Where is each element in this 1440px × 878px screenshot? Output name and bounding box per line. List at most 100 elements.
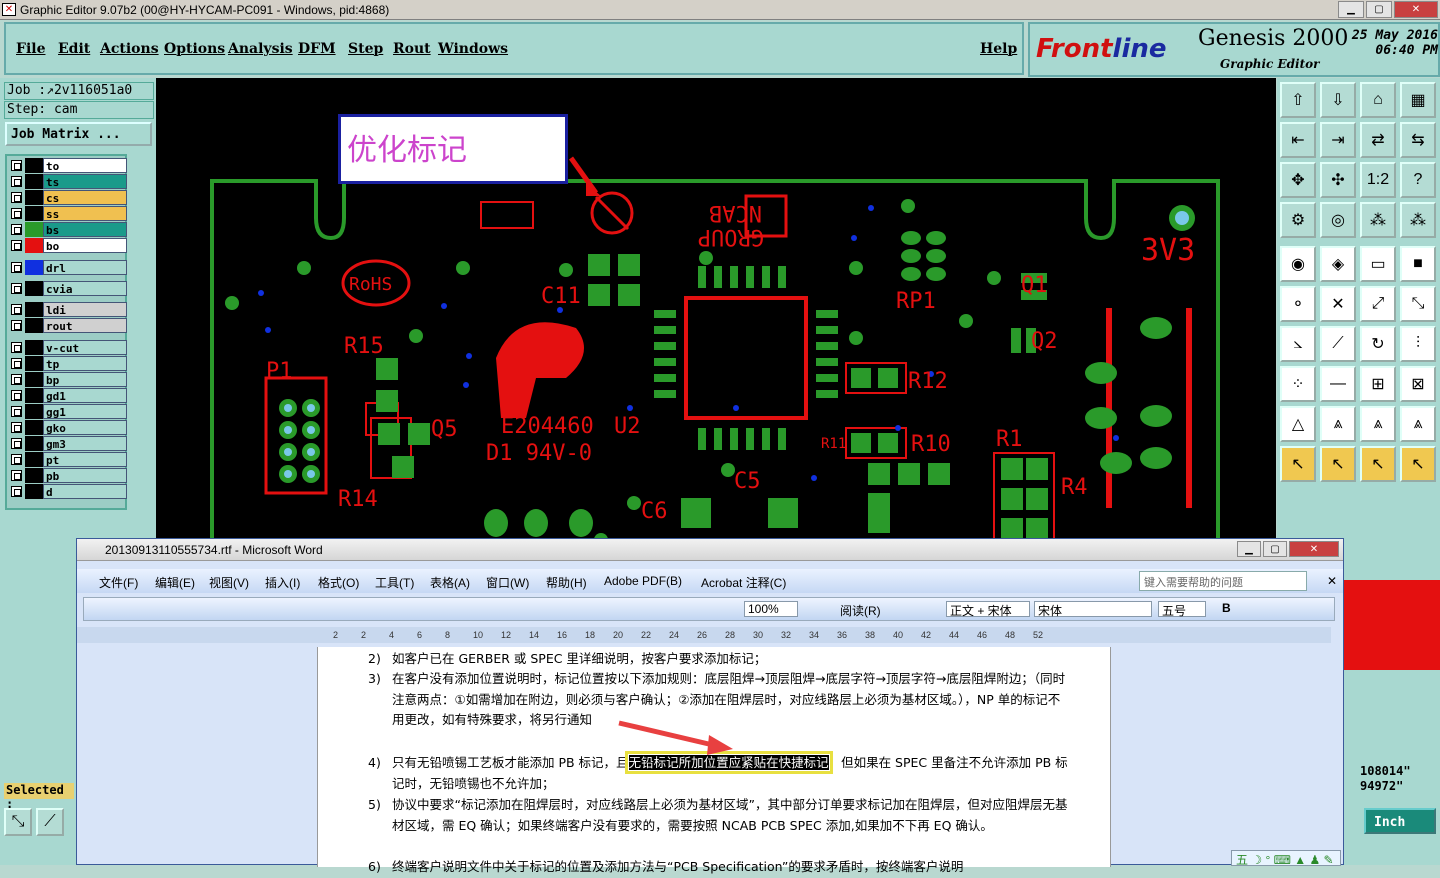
word-menu-item[interactable]: 格式(O): [318, 574, 359, 591]
units-selector[interactable]: Inch: [1364, 808, 1436, 834]
document-page[interactable]: 2) 如客户已在 GERBER 或 SPEC 里详细说明，按客户要求添加标记； 3…: [317, 647, 1111, 874]
tool-button-0-2[interactable]: ⌂: [1360, 82, 1396, 118]
tool-button-4-2[interactable]: ▭: [1360, 246, 1396, 282]
layer-name[interactable]: pb: [43, 468, 127, 483]
layer-checkbox[interactable]: [11, 176, 22, 187]
tool-button-3-1[interactable]: ◎: [1320, 202, 1356, 238]
layer-row-cvia[interactable]: cvia: [9, 281, 127, 296]
tool-button-3-2[interactable]: ⁂: [1360, 202, 1396, 238]
tool-button-2-3[interactable]: ?: [1400, 162, 1436, 198]
tool-button-2-2[interactable]: 1:2: [1360, 162, 1396, 198]
tool-button-8-0[interactable]: △: [1280, 406, 1316, 442]
layer-name[interactable]: bp: [43, 372, 127, 387]
menu-step[interactable]: Step: [348, 41, 383, 57]
layer-row-ss[interactable]: ss: [9, 206, 127, 221]
layer-row-gko[interactable]: gko: [9, 420, 127, 435]
ime-toolbar[interactable]: 五 ☽ ° ⌨ ▲ ♟ ✎: [1231, 850, 1341, 867]
layer-checkbox[interactable]: [11, 454, 22, 465]
word-maximize-button[interactable]: ▢: [1263, 541, 1287, 557]
layer-name[interactable]: tp: [43, 356, 127, 371]
tool-button-5-2[interactable]: ⤢: [1360, 286, 1396, 322]
layer-row-rout[interactable]: rout: [9, 318, 127, 333]
layer-checkbox[interactable]: [11, 470, 22, 481]
menu-windows[interactable]: Windows: [438, 41, 508, 57]
layer-row-tp[interactable]: tp: [9, 356, 127, 371]
font-size-select[interactable]: 五号: [1158, 601, 1206, 618]
read-mode-button[interactable]: 阅读(R): [840, 602, 881, 619]
minimize-button[interactable]: ▁: [1338, 1, 1364, 18]
word-menu-item[interactable]: 编辑(E): [155, 574, 195, 591]
tool-button-1-2[interactable]: ⇄: [1360, 122, 1396, 158]
tool-button-4-0[interactable]: ◉: [1280, 246, 1316, 282]
tool-button-8-2[interactable]: ⩓: [1360, 406, 1396, 442]
tool-button-3-0[interactable]: ⚙: [1280, 202, 1316, 238]
layer-checkbox[interactable]: [11, 374, 22, 385]
layer-row-pt[interactable]: pt: [9, 452, 127, 467]
layer-name[interactable]: gko: [43, 420, 127, 435]
word-close-button[interactable]: ✕: [1289, 541, 1339, 557]
layer-name[interactable]: d: [43, 484, 127, 499]
layer-row-bp[interactable]: bp: [9, 372, 127, 387]
layer-row-bo[interactable]: bo: [9, 238, 127, 253]
menu-options[interactable]: Options: [164, 41, 225, 57]
tool-measure-icon[interactable]: ⟋: [36, 808, 64, 836]
tool-button-3-3[interactable]: ⁂: [1400, 202, 1436, 238]
layer-checkbox[interactable]: [11, 262, 22, 273]
layer-name[interactable]: rout: [43, 318, 127, 333]
job-matrix-button[interactable]: Job Matrix ...: [5, 122, 152, 146]
tool-button-1-3[interactable]: ⇆: [1400, 122, 1436, 158]
word-menu-item[interactable]: Acrobat 注释(C): [701, 574, 786, 591]
tool-button-5-1[interactable]: ✕: [1320, 286, 1356, 322]
layer-name[interactable]: ts: [43, 174, 127, 189]
layer-name[interactable]: gg1: [43, 404, 127, 419]
layer-checkbox[interactable]: [11, 486, 22, 497]
word-menu-item[interactable]: 窗口(W): [486, 574, 529, 591]
help-search-input[interactable]: 键入需要帮助的问题: [1139, 571, 1307, 591]
word-menu-item[interactable]: 帮助(H): [546, 574, 587, 591]
tool-button-2-1[interactable]: ✣: [1320, 162, 1356, 198]
layer-name[interactable]: gm3: [43, 436, 127, 451]
tool-button-0-1[interactable]: ⇩: [1320, 82, 1356, 118]
layer-row-v-cut[interactable]: v-cut: [9, 340, 127, 355]
word-menu-item[interactable]: 文件(F): [99, 574, 138, 591]
word-menu-item[interactable]: 工具(T): [375, 574, 414, 591]
layer-row-gm3[interactable]: gm3: [9, 436, 127, 451]
layer-checkbox[interactable]: [11, 422, 22, 433]
close-button[interactable]: ✕: [1394, 1, 1438, 18]
tool-button-1-0[interactable]: ⇤: [1280, 122, 1316, 158]
tool-button-9-2[interactable]: ↖: [1360, 446, 1396, 482]
layer-checkbox[interactable]: [11, 304, 22, 315]
tool-button-6-1[interactable]: ⟋: [1320, 326, 1356, 362]
layer-checkbox[interactable]: [11, 283, 22, 294]
layer-checkbox[interactable]: [11, 240, 22, 251]
menu-dfm[interactable]: DFM: [298, 41, 336, 57]
word-menu-item[interactable]: Adobe PDF(B): [604, 574, 682, 588]
layer-name[interactable]: ss: [43, 206, 127, 221]
tool-button-6-0[interactable]: ⦣: [1280, 326, 1316, 362]
tool-button-4-3[interactable]: ■: [1400, 246, 1436, 282]
layer-name[interactable]: gd1: [43, 388, 127, 403]
layer-name[interactable]: pt: [43, 452, 127, 467]
layer-name[interactable]: to: [43, 158, 127, 173]
layer-row-drl[interactable]: drl: [9, 260, 127, 275]
layer-row-gg1[interactable]: gg1: [9, 404, 127, 419]
word-menu-close-icon[interactable]: ✕: [1327, 574, 1337, 588]
font-select[interactable]: 宋体: [1034, 601, 1152, 618]
layer-name[interactable]: cs: [43, 190, 127, 205]
layer-checkbox[interactable]: [11, 192, 22, 203]
tool-button-6-3[interactable]: ⫶: [1400, 326, 1436, 362]
layer-row-to[interactable]: to: [9, 158, 127, 173]
tool-button-7-0[interactable]: ⁘: [1280, 366, 1316, 402]
layer-name[interactable]: drl: [43, 260, 127, 275]
menu-edit[interactable]: Edit: [58, 41, 90, 57]
layer-checkbox[interactable]: [11, 224, 22, 235]
menu-help[interactable]: Help: [980, 41, 1017, 57]
layer-checkbox[interactable]: [11, 160, 22, 171]
layer-row-ldi[interactable]: ldi: [9, 302, 127, 317]
tool-button-7-1[interactable]: —: [1320, 366, 1356, 402]
layer-checkbox[interactable]: [11, 406, 22, 417]
menu-analysis[interactable]: Analysis: [228, 41, 293, 57]
selected-text[interactable]: 无铅标记所加位置应紧贴在快捷标记: [624, 751, 833, 774]
tool-button-1-1[interactable]: ⇥: [1320, 122, 1356, 158]
tool-button-4-1[interactable]: ◈: [1320, 246, 1356, 282]
